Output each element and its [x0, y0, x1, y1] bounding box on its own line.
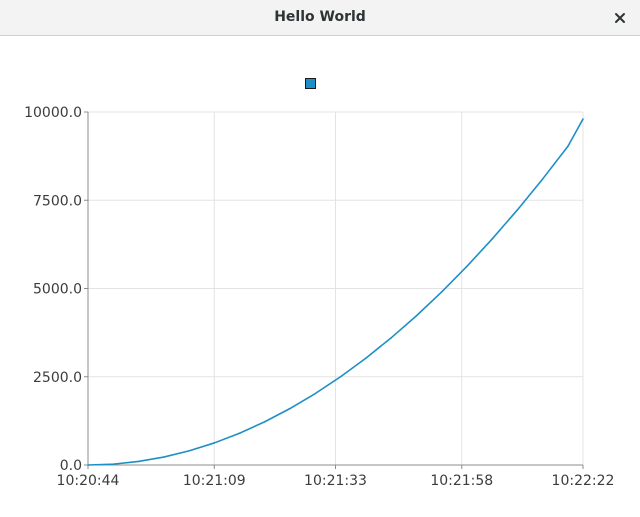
data-point — [314, 392, 317, 395]
chart-grid — [87, 111, 584, 466]
data-point — [137, 460, 140, 463]
data-point — [162, 456, 165, 458]
y-tick-label: 10000.0 — [24, 105, 82, 121]
data-point — [263, 420, 266, 423]
data-point — [491, 238, 493, 240]
y-axis-ticks: 0.0 2500.0 5000.0 7500.0 10000.0 — [24, 105, 82, 474]
data-point — [415, 315, 418, 317]
data-point — [188, 450, 190, 452]
x-tick-label: 10:22:22 — [552, 473, 615, 489]
data-point — [541, 178, 544, 180]
y-tick-label: 5000.0 — [33, 282, 82, 298]
app-window: Hello World 10:20:44 10:21:09 10:21:33 10:2… — [0, 0, 640, 517]
x-tick-label: 10:20:44 — [57, 473, 120, 489]
data-point — [289, 407, 291, 410]
close-button[interactable] — [610, 8, 630, 28]
chart-legend[interactable] — [305, 78, 316, 89]
data-point — [516, 209, 519, 211]
close-icon — [615, 13, 625, 23]
data-point — [87, 464, 89, 466]
line-chart: 10:20:44 10:21:09 10:21:33 10:21:58 10:22:22… — [24, 78, 615, 489]
data-point — [365, 357, 367, 360]
y-tick-label: 2500.0 — [33, 370, 82, 386]
x-axis-ticks: 10:20:44 10:21:09 10:21:33 10:21:58 10:22:22 — [57, 473, 615, 489]
data-point — [466, 265, 468, 268]
title-bar[interactable]: Hello World — [0, 0, 640, 36]
y-tick-label: 0.0 — [60, 458, 82, 474]
x-tick-label: 10:21:09 — [183, 473, 246, 489]
chart-axes — [84, 111, 584, 469]
x-tick-label: 10:21:58 — [430, 473, 493, 489]
data-point — [567, 145, 569, 148]
chart-area: 10:20:44 10:21:09 10:21:33 10:21:58 10:22:22… — [0, 36, 640, 517]
data-point — [390, 337, 392, 339]
x-tick-label: 10:21:33 — [304, 473, 367, 489]
window-title: Hello World — [274, 9, 366, 25]
data-point — [213, 442, 216, 444]
data-point — [440, 291, 443, 293]
y-tick-label: 7500.0 — [33, 193, 82, 209]
data-point — [339, 375, 342, 378]
data-point — [112, 463, 115, 465]
data-point — [238, 432, 241, 435]
data-point — [582, 118, 584, 120]
legend-marker[interactable] — [305, 78, 316, 89]
